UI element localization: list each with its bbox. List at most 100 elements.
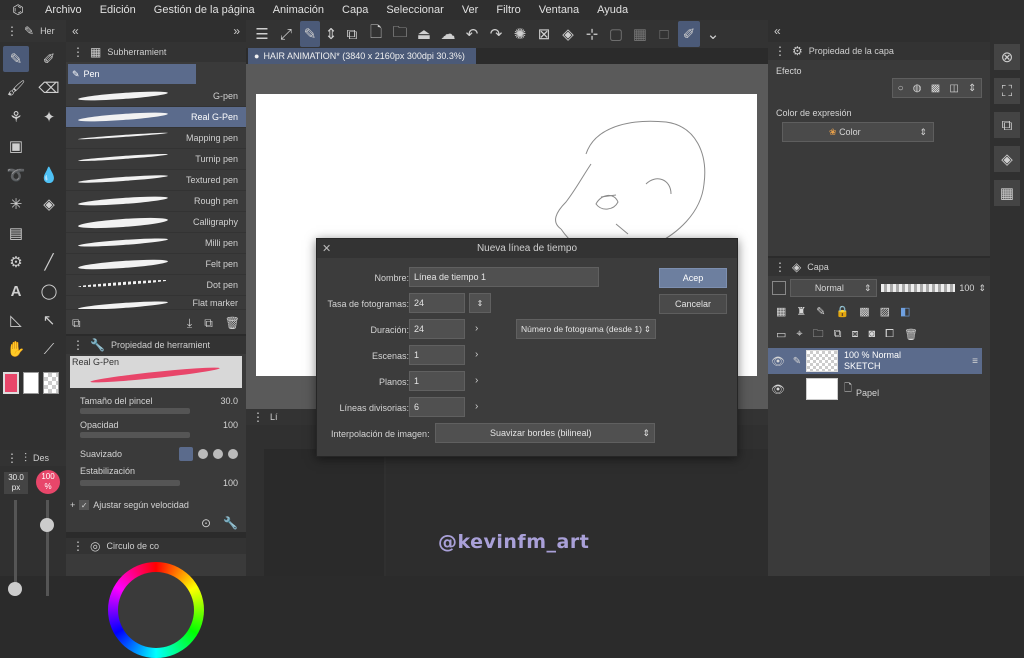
updown-icon[interactable]: ⇕ [324,21,338,47]
lasso-tool-icon[interactable]: ➰ [3,162,29,188]
planes-field[interactable]: 1 [409,371,465,391]
expand-icon[interactable]: + [70,500,75,510]
fit-icon[interactable]: ⤢ [276,21,296,47]
menu-ver[interactable]: Ver [453,4,488,16]
layer-lock-alpha-icon[interactable]: ▩ [859,305,869,318]
menu-animacion[interactable]: Animación [264,4,333,16]
new-file-icon[interactable]: 🗋 [366,21,386,47]
layer-property-strip-icon[interactable]: ⧉ [994,112,1020,138]
brush-felt-pen[interactable]: Felt pen [66,254,246,275]
mask-icon[interactable]: ◙ [868,328,875,340]
material-icon[interactable]: ⛶ [994,78,1020,104]
tool-palette-tab[interactable]: Her [40,26,55,36]
brush-turnip-pen[interactable]: Turnip pen [66,149,246,170]
opacity-slider-handle[interactable] [40,518,54,532]
new-folder-icon[interactable]: 🗀 [813,325,824,344]
size-slider-handle[interactable] [8,582,22,596]
opacity-slider-track[interactable] [46,500,49,596]
frame-tool-icon[interactable]: ▣ [3,133,29,159]
selection-off-icon[interactable]: ▢ [606,21,626,47]
divider-lines-arrow-icon[interactable]: › [475,401,478,412]
brush-size-slider[interactable] [80,408,190,414]
trash-icon[interactable]: 🗑 [225,316,240,330]
eyedropper-tool-icon[interactable]: ⟋ [36,336,62,362]
hand-tool-icon[interactable]: ✋ [3,336,29,362]
balloon-tool-icon[interactable]: ◯ [36,278,62,304]
interpolation-select[interactable]: Suavizar bordes (bilineal) ⇕ [435,423,655,443]
menu-gestion-pagina[interactable]: Gestión de la página [145,4,264,16]
accept-button[interactable]: Acep [659,268,727,288]
des-tab[interactable]: Des [33,453,49,463]
stabilization-slider[interactable] [80,480,180,486]
text-tool-icon[interactable]: A [3,278,29,304]
fill-icon[interactable]: ◈ [558,21,578,47]
figure-tool-icon[interactable]: ⚙ [3,249,29,275]
fps-field[interactable]: 24 [409,293,465,313]
layer-tab[interactable]: Capa [807,262,829,272]
menu-ventana[interactable]: Ventana [530,4,588,16]
brush-tool-icon[interactable]: 🖌 [3,75,29,101]
duplicate-layer-icon[interactable]: ⧠ [885,328,894,341]
smoothing-option-2[interactable] [198,449,208,459]
settings-icon[interactable]: 🔧 [223,516,238,530]
layer-ref-icon[interactable]: ♜ [796,305,806,318]
blend-mode-select[interactable]: Normal ⇕ [789,279,877,297]
brush-textured-pen[interactable]: Textured pen [66,170,246,191]
layers-icon[interactable]: ⧉ [342,21,362,47]
download-icon[interactable]: ⤓ [187,316,192,331]
velocity-checkbox[interactable]: ✓ [79,500,90,510]
brush-size-indicator[interactable]: 30.0 px [4,472,28,494]
visibility-eye-icon[interactable]: 👁 [768,355,788,368]
subtool-settings-icon[interactable]: ⧉ [72,316,81,331]
brush-mapping-pen[interactable]: Mapping pen [66,128,246,149]
layer-color-swatch[interactable] [772,281,786,295]
transfer-down-icon[interactable]: ⧉ [834,328,842,341]
app-logo-icon[interactable]: ⌬ [0,2,36,18]
frame-number-select[interactable]: Número de fotograma (desde 1) ⇕ [516,319,656,339]
subtool-tab[interactable]: Subherramient [107,47,166,57]
operation-tool-icon[interactable]: ↖ [36,307,62,333]
sub-color-swatch[interactable] [23,372,39,394]
eraser-tool-icon[interactable]: ⌫ [36,75,62,101]
layer-clip-icon[interactable]: ▦ [776,305,786,318]
expression-color-select[interactable]: ❀ Color ⇕ [782,122,934,142]
layer-menu-icon[interactable]: ≡ [972,356,978,367]
transparent-color-swatch[interactable] [43,372,59,394]
main-color-swatch[interactable] [3,372,19,394]
updown-icon[interactable]: ⇕ [978,283,986,294]
collapse-icon[interactable]: ⌄ [704,21,722,47]
layer-lock-icon[interactable]: 🔒 [836,305,850,318]
effect-layer-icon[interactable]: ◫ [949,83,958,94]
menu-filtro[interactable]: Filtro [487,4,529,16]
duration-arrow-icon[interactable]: › [475,323,478,334]
sparkle-tool-icon[interactable]: ✦ [36,104,62,130]
duplicate-icon[interactable]: ⧉ [204,316,213,331]
collapse-left-icon[interactable]: « [72,24,79,38]
layer-row-sketch[interactable]: 👁 ✎ 100 % Normal SKETCH ≡ [768,348,982,374]
decoration-tool-icon[interactable]: ⚘ [3,104,29,130]
gradient-tool-icon[interactable]: ▤ [3,220,29,246]
effect-pattern-icon[interactable]: ▩ [931,83,940,94]
color-wheel-tab[interactable]: Circulo de co [106,541,159,551]
clear-icon[interactable]: ⊠ [534,21,554,47]
save-icon[interactable]: ⏏ [414,21,434,47]
grid-strip-icon[interactable]: ▦ [994,180,1020,206]
document-tab[interactable]: ● HAIR ANIMATION* (3840 x 2160px 300dpi … [248,48,476,64]
edit-icon[interactable]: ✎ [300,21,320,47]
smoothing-option-4[interactable] [228,449,238,459]
visibility-eye-icon[interactable]: 👁 [768,383,788,396]
brush-size-value[interactable]: 30.0 [220,396,238,406]
tool-property-tab[interactable]: Propiedad de herramient [111,340,210,350]
fill-tool-icon[interactable]: ◈ [36,191,62,217]
opacity-slider[interactable] [80,432,190,438]
menu-ayuda[interactable]: Ayuda [588,4,637,16]
brush-rough-pen[interactable]: Rough pen [66,191,246,212]
new-vector-layer-icon[interactable]: ⌖ [796,328,802,341]
fps-spinner[interactable]: ⇕ [469,293,491,313]
line-tool-icon[interactable]: ╱ [36,249,62,275]
merge-icon[interactable]: ⧈ [851,328,858,341]
cancel-button[interactable]: Cancelar [659,294,727,314]
divider-lines-field[interactable]: 6 [409,397,465,417]
brush-milli-pen[interactable]: Milli pen [66,233,246,254]
open-file-icon[interactable]: 🗀 [390,21,410,47]
